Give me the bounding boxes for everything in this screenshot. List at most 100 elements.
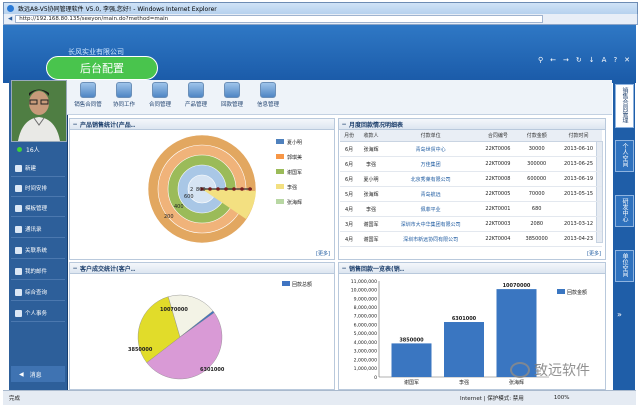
more-link[interactable]: [更多] — [587, 250, 601, 257]
toolbar-item-label: 协同工作 — [112, 102, 135, 108]
tab-label: 销售合同管理 — [621, 87, 628, 123]
forward-arrow-icon[interactable]: → — [563, 56, 569, 64]
panel-header: − 销售回款一览表(销.. — [339, 263, 605, 274]
table-cell[interactable]: 青岛世贸中心 — [383, 141, 478, 157]
toolbar-item-payment[interactable]: 回款管理 — [214, 82, 250, 108]
table-cell: 2013-06-10 — [555, 141, 602, 157]
table-cell[interactable]: 青岛航远 — [383, 186, 478, 202]
sidebar-item-label: 关联系统 — [25, 248, 48, 254]
table-cell[interactable]: 北京秀莱有限公司 — [383, 171, 478, 187]
toolbar-item-label: 合同管理 — [148, 102, 171, 108]
ring-label: 600 — [184, 194, 194, 200]
admin-config-banner[interactable]: 后台配置 — [46, 56, 158, 80]
table-row[interactable]: 4月 谢国军 深圳市新远协同有限公司 22KT0004 3850000 2013-04-2… — [340, 231, 602, 247]
table-cell[interactable]: 深圳市大中华集团有限公司 — [383, 216, 478, 232]
address-book-icon — [15, 225, 22, 233]
sidebar-item-mail[interactable]: 我的邮件 — [11, 263, 65, 280]
sidebar-item-personal[interactable]: 个人事务 — [11, 305, 65, 322]
column-header[interactable]: 付款金额 — [518, 130, 556, 142]
security-zone: Internet | 保护模式: 禁用 — [460, 396, 524, 402]
tab-rd-center[interactable]: 研发中心 — [615, 195, 634, 227]
online-dot-icon — [17, 146, 22, 152]
table-cell: 6月 — [340, 171, 359, 187]
column-header[interactable]: 合同编号 — [477, 130, 519, 142]
search-icon[interactable]: ⚲ — [538, 56, 543, 64]
font-size-icon[interactable]: A — [602, 56, 607, 64]
toolbar-item-product[interactable]: 产品管理 — [178, 82, 214, 108]
message-button[interactable]: ◀ 消息 — [11, 366, 65, 382]
panel-header: − 月度回款情况明细表 — [339, 119, 605, 130]
toolbar-item-sales-contract[interactable]: 销售合同管 — [70, 82, 106, 108]
table-cell: 6月 — [340, 141, 359, 157]
table-cell: 22KT0005 — [477, 186, 519, 202]
more-link[interactable]: [更多] — [316, 250, 330, 257]
sidebar-item-schedule[interactable]: 时间安排 — [11, 180, 65, 197]
table-cell: 5月 — [340, 186, 359, 202]
tab-personal-space[interactable]: 个人空间 — [615, 140, 634, 172]
table-cell[interactable]: 深圳市新远协同有限公司 — [383, 231, 478, 247]
bar-value-label: 10070000 — [503, 283, 531, 289]
legend-swatch — [276, 169, 284, 174]
legend-swatch — [276, 139, 284, 144]
legend-label: 夏小明 — [287, 139, 302, 146]
expand-rail-icon[interactable]: » — [617, 310, 622, 319]
template-icon — [15, 204, 22, 212]
table-cell[interactable]: 万佳集团 — [383, 156, 478, 172]
sidebar-item-label: 时间安排 — [25, 186, 48, 192]
y-tick-label: 4,000,000 — [354, 340, 377, 346]
zoom-level[interactable]: 100% — [554, 395, 570, 401]
donut-point — [216, 187, 220, 191]
close-icon[interactable]: ✕ — [624, 56, 630, 64]
legend-label: 回款总额 — [292, 281, 312, 288]
donut-point — [232, 187, 236, 191]
collapse-icon[interactable]: − — [70, 121, 80, 128]
toolbar-item-contract[interactable]: 合同管理 — [142, 82, 178, 108]
table-row[interactable]: 6月 李强 万佳集团 22KT0009 300000 2013-06-25 — [340, 156, 602, 172]
person-icon — [15, 309, 22, 317]
help-icon[interactable]: ? — [613, 56, 617, 64]
back-arrow-icon[interactable]: ← — [550, 56, 556, 64]
sidebar-item-contacts[interactable]: 通讯录 — [11, 221, 65, 238]
table-row[interactable]: 4月 李强 佩菲平业 22KT0001 680 — [340, 201, 602, 217]
tab-unit-space[interactable]: 单位空间 — [615, 250, 634, 282]
collapse-icon[interactable]: − — [70, 265, 80, 272]
bar-value-label: 3850000 — [399, 337, 424, 343]
tab-sales-contract[interactable]: 销售合同管理 — [615, 84, 634, 128]
sidebar-item-templates[interactable]: 模板管理 — [11, 200, 65, 217]
collapse-icon[interactable]: − — [339, 121, 349, 128]
toolbar-item-collaboration[interactable]: 协同工作 — [106, 82, 142, 108]
download-icon[interactable]: ↓ — [589, 56, 595, 64]
table-row[interactable]: 6月 张海辉 青岛世贸中心 22KT0006 30000 2013-06-10 — [340, 141, 602, 157]
back-icon[interactable]: ◀ — [8, 16, 12, 22]
table-row[interactable]: 5月 张海辉 青岛航远 22KT0005 70000 2013-05-15 — [340, 186, 602, 202]
status-text: 完成 — [9, 396, 21, 402]
user-avatar[interactable] — [11, 80, 67, 142]
product-sales-panel: − 产品销售统计(产品.. 2 800 600 400 200 夏小明 郭琪美 谢国军 李强 张海辉… — [69, 118, 335, 260]
collapse-icon[interactable]: − — [339, 265, 349, 272]
toolbar-item-info[interactable]: 信息管理 — [250, 82, 286, 108]
table-cell: 22KT0003 — [477, 216, 519, 232]
table-cell: 3850000 — [518, 231, 556, 247]
address-bar[interactable]: ◀ http://192.168.80.135/seeyon/main.do?m… — [3, 14, 638, 25]
y-tick-label: 10,000,000 — [351, 288, 377, 294]
toolbar-item-label: 信息管理 — [256, 102, 279, 108]
refresh-icon[interactable]: ↻ — [576, 56, 582, 64]
table-cell[interactable]: 佩菲平业 — [383, 201, 478, 217]
column-header[interactable]: 收款人 — [358, 130, 384, 142]
column-header[interactable]: 月份 — [340, 130, 359, 142]
table-cell: 6月 — [340, 156, 359, 172]
table-cell: 22KT0004 — [477, 231, 519, 247]
table-cell: 李强 — [358, 201, 384, 217]
table-cell: 600000 — [518, 171, 556, 187]
table-row[interactable]: 3月 谢国军 深圳市大中华集团有限公司 22KT0003 2080 2013-03-12 — [340, 216, 602, 232]
y-tick-label: 7,000,000 — [354, 314, 377, 320]
column-header[interactable]: 付款时间 — [555, 130, 602, 142]
sidebar-item-linked-systems[interactable]: 关联系统 — [11, 242, 65, 259]
column-header[interactable]: 付款单位 — [383, 130, 478, 142]
sidebar-item-query[interactable]: 综合查询 — [11, 284, 65, 301]
table-row[interactable]: 6月 夏小明 北京秀莱有限公司 22KT0008 600000 2013-06-19 — [340, 171, 602, 187]
online-status[interactable]: 16人 — [11, 142, 65, 156]
address-input[interactable]: http://192.168.80.135/seeyon/main.do?met… — [15, 15, 544, 23]
table-cell: 22KT0001 — [477, 201, 519, 217]
sidebar-item-new[interactable]: 新建 — [11, 160, 65, 177]
